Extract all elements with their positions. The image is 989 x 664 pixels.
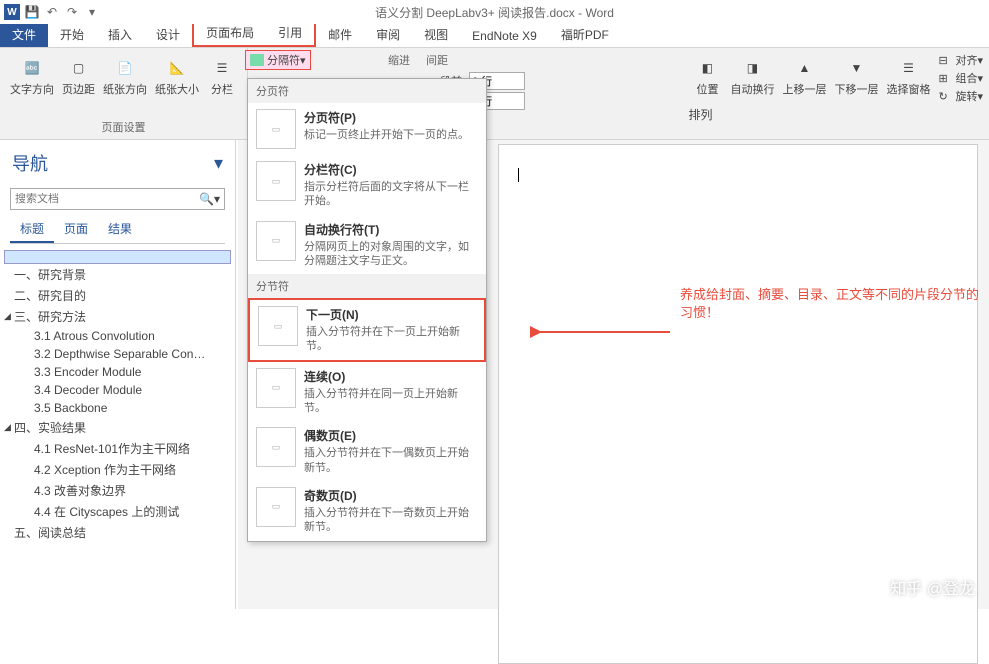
group-label-arrange: 排列 <box>688 106 983 123</box>
breaks-label: 分隔符 <box>267 52 300 68</box>
outline-item[interactable]: 一、研究背景 <box>4 264 231 285</box>
columns-button[interactable]: ☰分栏 <box>203 52 241 117</box>
outline-item[interactable]: 二、研究目的 <box>4 285 231 306</box>
rotate-button[interactable]: ↻旋转 ▾ <box>938 88 983 104</box>
indent-label: 缩进 <box>388 52 410 68</box>
nav-tab-pages[interactable]: 页面 <box>54 216 98 243</box>
breaks-menu-item[interactable]: ▭ 下一页(N) 插入分节符并在下一页上开始新节。 <box>248 298 486 362</box>
menu-item-name: 奇数页(D) <box>304 487 478 504</box>
position-button[interactable]: ◧位置 <box>688 52 726 106</box>
breaks-menu-item[interactable]: ▭ 分栏符(C) 指示分栏符后面的文字将从下一栏开始。 <box>248 155 486 215</box>
group-arrange: ◧位置 ◨自动换行 ▲上移一层 ▼下移一层 ☰选择窗格 ⊟对齐 ▾ ⊞组合 ▾ … <box>682 48 989 127</box>
menu-item-icon: ▭ <box>256 161 296 201</box>
text-cursor <box>518 168 519 182</box>
search-dropdown-icon[interactable]: ▾ <box>214 192 220 206</box>
outline-item[interactable]: 3.5 Backbone <box>4 399 231 417</box>
menu-item-desc: 插入分节符并在下一偶数页上开始新节。 <box>304 446 478 475</box>
menu-item-icon: ▭ <box>256 221 296 261</box>
navigation-pane: 导航 ▾ 🔍 ▾ 标题 页面 结果 一、研究背景二、研究目的◢三、研究方法3.1… <box>0 140 236 609</box>
menu-item-name: 自动换行符(T) <box>304 221 478 238</box>
menu-item-icon: ▭ <box>256 427 296 467</box>
menu-item-name: 分页符(P) <box>304 109 469 126</box>
nav-dropdown-icon[interactable]: ▾ <box>214 153 223 174</box>
group-button[interactable]: ⊞组合 ▾ <box>938 70 983 86</box>
group-page-setup: 🔤文字方向 ▢页边距 📄纸张方向 📐纸张大小 ☰分栏 页面设置 <box>0 48 248 139</box>
document-title: 语义分割 DeepLabv3+ 阅读报告.docx - Word <box>0 4 989 21</box>
nav-title: 导航 <box>12 150 48 176</box>
menu-item-desc: 指示分栏符后面的文字将从下一栏开始。 <box>304 180 478 209</box>
outline-item[interactable]: 4.2 Xception 作为主干网络 <box>4 459 231 480</box>
breaks-menu-item[interactable]: ▭ 偶数页(E) 插入分节符并在下一偶数页上开始新节。 <box>248 421 486 481</box>
breaks-button[interactable]: 分隔符 ▾ <box>245 50 311 70</box>
outline-item[interactable]: 4.1 ResNet-101作为主干网络 <box>4 438 231 459</box>
menu-item-desc: 插入分节符并在同一页上开始新节。 <box>304 387 478 416</box>
menu-item-desc: 标记一页终止并开始下一页的点。 <box>304 128 469 142</box>
orientation-button[interactable]: 📄纸张方向 <box>99 52 151 117</box>
spacing-label: 间距 <box>426 52 525 68</box>
menu-item-desc: 插入分节符并在下一奇数页上开始新节。 <box>304 506 478 535</box>
size-button[interactable]: 📐纸张大小 <box>151 52 203 117</box>
outline-tree: 一、研究背景二、研究目的◢三、研究方法3.1 Atrous Convolutio… <box>0 244 235 549</box>
tab-file[interactable]: 文件 <box>0 22 48 47</box>
outline-item[interactable]: ◢三、研究方法 <box>4 306 231 327</box>
annotation-arrow <box>530 322 670 342</box>
nav-search-input[interactable] <box>15 193 199 205</box>
text-direction-button[interactable]: 🔤文字方向 <box>6 52 58 117</box>
menu-item-desc: 分隔网页上的对象周围的文字，如分隔题注文字与正文。 <box>304 240 478 269</box>
search-icon[interactable]: 🔍 <box>199 192 214 206</box>
nav-tab-results[interactable]: 结果 <box>98 216 142 243</box>
send-backward-button[interactable]: ▼下移一层 <box>830 52 882 106</box>
outline-item-selected[interactable] <box>4 250 231 264</box>
menu-item-name: 连续(O) <box>304 368 478 385</box>
menu-item-desc: 插入分节符并在下一页上开始新节。 <box>306 325 476 354</box>
outline-item[interactable]: 五、阅读总结 <box>4 522 231 543</box>
tab-foxit[interactable]: 福昕PDF <box>549 22 621 47</box>
bring-forward-button[interactable]: ▲上移一层 <box>778 52 830 106</box>
tab-insert[interactable]: 插入 <box>96 22 144 47</box>
group-label-pagesetup: 页面设置 <box>6 117 241 135</box>
breaks-dropdown: 分页符 ▭ 分页符(P) 标记一页终止并开始下一页的点。 ▭ 分栏符(C) 指示分栏符后面… <box>247 78 487 542</box>
dropdown-section-page-breaks: 分页符 <box>248 79 486 103</box>
ribbon-tabs: 文件 开始 插入 设计 页面布局 引用 邮件 审阅 视图 EndNote X9 … <box>0 24 989 48</box>
title-bar: W 💾 ↶ ↷ ▾ 语义分割 DeepLabv3+ 阅读报告.docx - Wo… <box>0 0 989 24</box>
tab-endnote[interactable]: EndNote X9 <box>460 25 549 47</box>
menu-item-name: 下一页(N) <box>306 306 476 323</box>
align-button[interactable]: ⊟对齐 ▾ <box>938 52 983 68</box>
ribbon: 🔤文字方向 ▢页边距 📄纸张方向 📐纸张大小 ☰分栏 页面设置 分隔符 ▾ 缩进… <box>0 48 989 140</box>
nav-search[interactable]: 🔍 ▾ <box>10 188 225 210</box>
tab-design[interactable]: 设计 <box>144 22 192 47</box>
outline-item[interactable]: ◢四、实验结果 <box>4 417 231 438</box>
chevron-down-icon: ▾ <box>300 54 306 67</box>
menu-item-name: 分栏符(C) <box>304 161 478 178</box>
annotation-text: 养成给封面、摘要、目录、正文等不同的片段分节的习惯！ <box>680 286 989 322</box>
menu-item-name: 偶数页(E) <box>304 427 478 444</box>
menu-item-icon: ▭ <box>256 109 296 149</box>
outline-item[interactable]: 3.1 Atrous Convolution <box>4 327 231 345</box>
outline-item[interactable]: 4.4 在 Cityscapes 上的测试 <box>4 501 231 522</box>
tab-mailings[interactable]: 邮件 <box>316 22 364 47</box>
breaks-menu-item[interactable]: ▭ 分页符(P) 标记一页终止并开始下一页的点。 <box>248 103 486 155</box>
dropdown-section-section-breaks: 分节符 <box>248 274 486 298</box>
wrap-button[interactable]: ◨自动换行 <box>726 52 778 106</box>
watermark: 知乎 @登龙 <box>890 575 975 599</box>
nav-tab-headings[interactable]: 标题 <box>10 216 54 243</box>
outline-item[interactable]: 3.2 Depthwise Separable Con… <box>4 345 231 363</box>
breaks-menu-item[interactable]: ▭ 自动换行符(T) 分隔网页上的对象周围的文字，如分隔题注文字与正文。 <box>248 215 486 275</box>
menu-item-icon: ▭ <box>256 368 296 408</box>
tab-review[interactable]: 审阅 <box>364 22 412 47</box>
menu-item-icon: ▭ <box>258 306 298 346</box>
tab-home[interactable]: 开始 <box>48 22 96 47</box>
tab-view[interactable]: 视图 <box>412 22 460 47</box>
outline-item[interactable]: 4.3 改善对象边界 <box>4 480 231 501</box>
outline-item[interactable]: 3.3 Encoder Module <box>4 363 231 381</box>
margins-button[interactable]: ▢页边距 <box>58 52 99 117</box>
menu-item-icon: ▭ <box>256 487 296 527</box>
outline-item[interactable]: 3.4 Decoder Module <box>4 381 231 399</box>
breaks-menu-item[interactable]: ▭ 奇数页(D) 插入分节符并在下一奇数页上开始新节。 <box>248 481 486 541</box>
selection-pane-button[interactable]: ☰选择窗格 <box>882 52 934 106</box>
breaks-icon <box>250 54 264 66</box>
breaks-menu-item[interactable]: ▭ 连续(O) 插入分节符并在同一页上开始新节。 <box>248 362 486 422</box>
